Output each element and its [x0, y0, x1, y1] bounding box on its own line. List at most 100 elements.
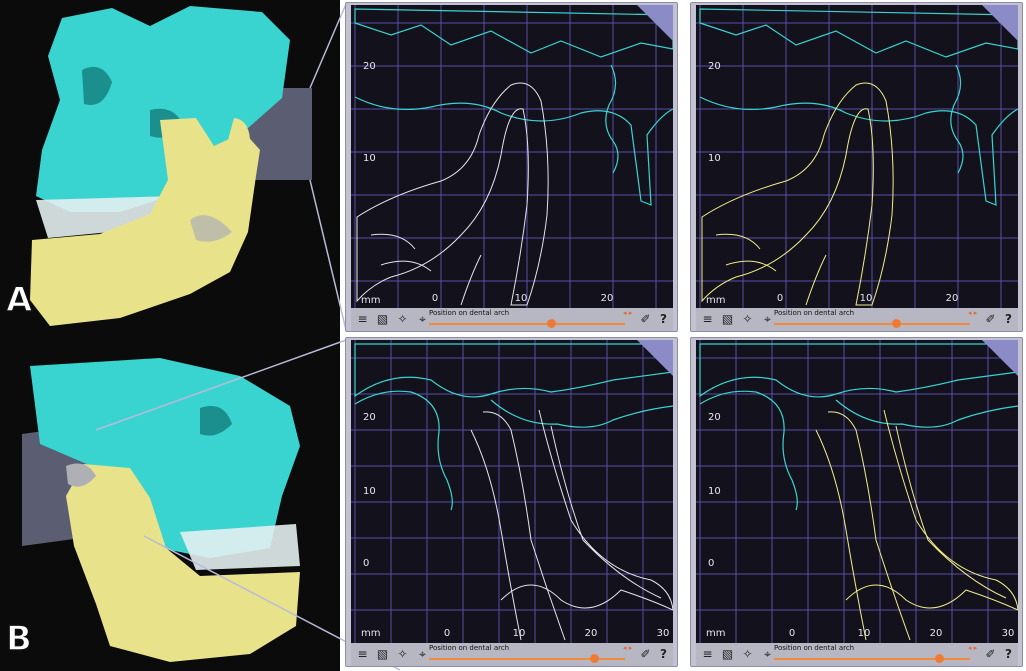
contour-plot-svg: 0 10 20 30 20 10 0 mm	[696, 340, 1018, 643]
brush-icon[interactable]: ✐	[638, 312, 653, 327]
slider-step-arrows[interactable]: ◂ ▸	[968, 644, 977, 652]
slider-label: Position on dental arch	[429, 644, 510, 652]
slider-step-arrows[interactable]: ◂ ▸	[623, 309, 632, 317]
contour-plot-svg: 0 10 20 30 20 10 0 mm	[351, 340, 673, 643]
corner-resize-handle[interactable]	[982, 5, 1018, 41]
panel-toolbar: ≡ ▧ ✧ ⌖ Position on dental arch ◂ ▸ ✐?	[351, 643, 673, 666]
maxilla-contour	[699, 8, 1018, 58]
y-tick-label: 0	[363, 558, 369, 569]
crosshair-icon[interactable]: ⌖	[760, 647, 775, 662]
cross-section-plot[interactable]: 0 10 20 20 10 mm	[351, 5, 673, 308]
cross-section-panel-a-right: 0 10 20 20 10 mm ≡ ▧ ✧ ⌖ Position on dental arch ◂ …	[690, 2, 1023, 332]
dental-arch-slider-track[interactable]	[774, 323, 970, 325]
cross-section-plot[interactable]: 0 10 20 30 20 10 0 mm	[351, 340, 673, 643]
y-tick-label: 20	[363, 412, 376, 423]
corner-resize-handle[interactable]	[637, 340, 673, 376]
contour-plot-svg: 0 10 20 20 10 mm	[351, 5, 673, 308]
maxilla-contour	[835, 399, 1018, 428]
sliders-icon[interactable]: ≡	[700, 647, 715, 662]
x-tick-label: 0	[777, 293, 783, 304]
skull-render-a	[0, 0, 340, 335]
help-button[interactable]: ?	[1001, 312, 1016, 327]
bone-contour	[356, 82, 549, 306]
maxilla-contour	[950, 64, 964, 174]
bone-contour	[883, 409, 1018, 611]
maxilla-contour	[354, 343, 673, 398]
sliders-icon[interactable]: ≡	[355, 312, 370, 327]
contour-plot-svg: 0 10 20 20 10 mm	[696, 5, 1018, 308]
slab-icon[interactable]: ▧	[375, 647, 390, 662]
unit-label: mm	[706, 295, 725, 306]
grid-lines	[696, 5, 1018, 308]
bone-contour	[500, 584, 673, 611]
slider-step-arrows[interactable]: ◂ ▸	[968, 309, 977, 317]
wand-icon[interactable]: ✧	[740, 312, 755, 327]
wand-icon[interactable]: ✧	[395, 647, 410, 662]
x-tick-label: 10	[860, 293, 873, 304]
grid-lines	[351, 340, 673, 643]
maxilla-contour	[605, 64, 619, 174]
grid-lines	[696, 340, 1018, 643]
grid-lines	[351, 5, 673, 308]
y-tick-label: 10	[708, 486, 721, 497]
dental-arch-slider-knob[interactable]	[891, 319, 901, 328]
y-tick-label: 20	[708, 61, 721, 72]
help-button[interactable]: ?	[1001, 647, 1016, 662]
sliders-icon[interactable]: ≡	[355, 647, 370, 662]
x-tick-label: 10	[513, 628, 526, 639]
cross-section-panel-b-right: 0 10 20 30 20 10 0 mm ≡ ▧ ✧ ⌖ Position on dental arc…	[690, 337, 1023, 667]
brush-icon[interactable]: ✐	[638, 647, 653, 662]
dental-arch-slider-track[interactable]	[429, 323, 625, 325]
help-button[interactable]: ?	[656, 312, 671, 327]
x-tick-label: 10	[858, 628, 871, 639]
x-tick-label: 20	[930, 628, 943, 639]
slab-icon[interactable]: ▧	[375, 312, 390, 327]
x-tick-label: 30	[657, 628, 670, 639]
wand-icon[interactable]: ✧	[740, 647, 755, 662]
figure-label-a: A	[5, 279, 33, 321]
unit-label: mm	[361, 628, 380, 639]
slider-label: Position on dental arch	[429, 309, 510, 317]
help-button[interactable]: ?	[656, 647, 671, 662]
crosshair-icon[interactable]: ⌖	[760, 312, 775, 327]
panel-toolbar: ≡ ▧ ✧ ⌖ Position on dental arch ◂ ▸ ✐?	[696, 308, 1018, 331]
crosshair-icon[interactable]: ⌖	[415, 647, 430, 662]
corner-resize-handle[interactable]	[637, 5, 673, 41]
maxilla-contour	[354, 8, 673, 58]
x-tick-label: 0	[789, 628, 795, 639]
skull-render-area: A B	[0, 0, 340, 671]
cross-section-plot[interactable]: 0 10 20 30 20 10 0 mm	[696, 340, 1018, 643]
y-tick-label: 10	[363, 153, 376, 164]
skull-render-b	[0, 336, 340, 671]
dental-arch-slider-knob[interactable]	[589, 654, 599, 663]
panel-toolbar: ≡ ▧ ✧ ⌖ Position on dental arch ◂ ▸ ✐?	[351, 308, 673, 331]
x-tick-label: 20	[601, 293, 614, 304]
x-tick-label: 20	[946, 293, 959, 304]
cross-section-panel-a-left: 0 10 20 20 10 mm ≡ ▧ ✧ ⌖ Position on dental arch ◂ …	[345, 2, 678, 332]
brush-icon[interactable]: ✐	[983, 312, 998, 327]
bone-contour	[370, 233, 482, 306]
slider-label: Position on dental arch	[774, 309, 855, 317]
crosshair-icon[interactable]: ⌖	[415, 312, 430, 327]
bone-contour	[470, 411, 566, 641]
cross-section-plot[interactable]: 0 10 20 20 10 mm	[696, 5, 1018, 308]
dental-arch-slider-knob[interactable]	[546, 319, 556, 328]
slider-label: Position on dental arch	[774, 644, 855, 652]
maxilla-contour	[490, 399, 673, 428]
y-tick-label: 0	[708, 558, 714, 569]
bone-contour	[845, 584, 1018, 611]
bone-contour	[715, 233, 827, 306]
corner-resize-handle[interactable]	[982, 340, 1018, 376]
maxilla-contour	[699, 343, 1018, 398]
slab-icon[interactable]: ▧	[720, 312, 735, 327]
cross-section-panel-b-left: 0 10 20 30 20 10 0 mm ≡ ▧ ✧ ⌖ Position on dental arc…	[345, 337, 678, 667]
figure-label-b: B	[5, 618, 32, 660]
sliders-icon[interactable]: ≡	[700, 312, 715, 327]
unit-label: mm	[361, 295, 380, 306]
slider-step-arrows[interactable]: ◂ ▸	[623, 644, 632, 652]
slab-icon[interactable]: ▧	[720, 647, 735, 662]
wand-icon[interactable]: ✧	[395, 312, 410, 327]
panel-toolbar: ≡ ▧ ✧ ⌖ Position on dental arch ◂ ▸ ✐?	[696, 643, 1018, 666]
dental-arch-slider-knob[interactable]	[934, 654, 944, 663]
brush-icon[interactable]: ✐	[983, 647, 998, 662]
